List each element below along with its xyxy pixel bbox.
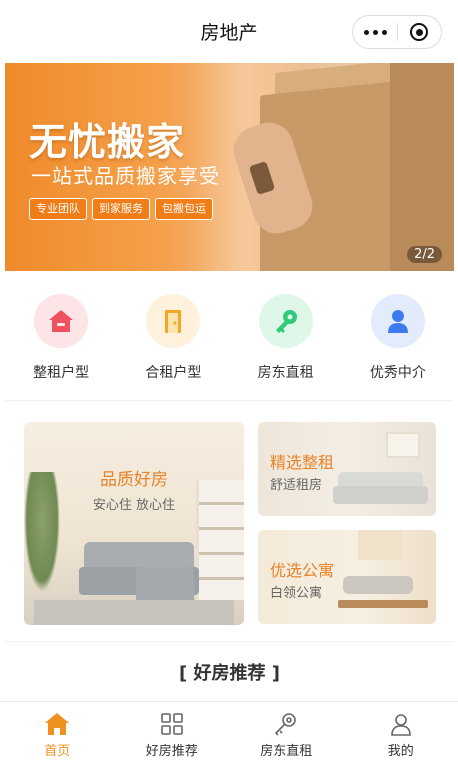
tab-label: 房东直租	[260, 744, 313, 759]
category-top-agents[interactable]: 优秀中介	[353, 294, 443, 400]
banner-tag: 包搬包运	[155, 198, 213, 220]
key-icon	[258, 294, 313, 348]
category-label: 合租户型	[145, 365, 202, 381]
banner-headline: 无忧搬家	[29, 120, 186, 164]
more-dot-icon	[372, 29, 378, 35]
more-dot-icon	[363, 29, 369, 35]
frame-image	[386, 432, 420, 458]
tab-label: 首页	[44, 744, 71, 759]
page-title: 房地产	[200, 22, 258, 44]
category-shared-rent[interactable]: 合租户型	[128, 294, 218, 400]
user-icon	[388, 711, 414, 737]
category-label: 优秀中介	[369, 365, 426, 381]
close-mini-program-button[interactable]	[398, 16, 441, 48]
promo-card-apartments[interactable]: 优选公寓 白领公寓	[258, 530, 436, 624]
tab-landlord-direct[interactable]: 房东直租	[229, 702, 344, 765]
category-grid: 整租户型 合租户型 房东直租 优秀中介	[5, 271, 454, 401]
banner-tags: 专业团队 到家服务 包搬包运	[29, 198, 213, 220]
bottom-tab-bar: 首页 好房推荐 房东直租 我的	[0, 701, 458, 765]
tab-mine[interactable]: 我的	[344, 702, 458, 765]
tab-label: 好房推荐	[145, 744, 198, 759]
grid-icon	[159, 711, 185, 737]
promo-card-title: 品质好房	[100, 470, 168, 490]
more-dot-icon	[381, 29, 387, 35]
house-icon	[34, 294, 89, 348]
app-page: 房地产 无忧搬家 一站式品质搬家享受 专业团队 到家服务 包搬包运 2/2 整租…	[0, 0, 458, 765]
banner-tag: 专业团队	[29, 198, 87, 220]
tab-recommend[interactable]: 好房推荐	[115, 702, 230, 765]
category-landlord-direct[interactable]: 房东直租	[241, 294, 331, 400]
promo-card-subtitle: 舒适租房	[270, 478, 323, 493]
promo-card-subtitle: 安心住 放心住	[92, 498, 176, 513]
coffee-table-image	[338, 600, 428, 608]
more-menu-button[interactable]	[353, 16, 397, 48]
promo-card-quality-homes[interactable]: 品质好房 安心住 放心住	[24, 422, 244, 625]
category-label: 整租户型	[33, 365, 90, 381]
promo-card-title: 精选整租	[270, 453, 335, 472]
promo-card-title: 优选公寓	[270, 561, 335, 580]
home-icon	[44, 711, 70, 737]
sofa-image	[343, 576, 413, 594]
tab-home[interactable]: 首页	[0, 702, 115, 765]
category-label: 房东直租	[257, 365, 314, 381]
tab-label: 我的	[387, 744, 414, 759]
recommend-title: [ 好房推荐 ]	[179, 663, 280, 684]
promo-card-selected-rent[interactable]: 精选整租 舒适租房	[258, 422, 436, 516]
category-whole-rent[interactable]: 整租户型	[16, 294, 106, 400]
target-icon	[410, 23, 429, 41]
mini-program-capsule	[352, 15, 442, 49]
rug-image	[34, 600, 234, 625]
promo-banner[interactable]: 无忧搬家 一站式品质搬家享受 专业团队 到家服务 包搬包运 2/2	[5, 63, 454, 271]
person-icon	[370, 294, 425, 348]
nav-header: 房地产	[0, 0, 458, 63]
banner-subline: 一站式品质搬家享受	[31, 164, 220, 188]
banner-tag: 到家服务	[92, 198, 150, 220]
plant-image	[24, 472, 60, 592]
recommend-section-header: [ 好房推荐 ]	[5, 643, 454, 701]
banner-page-indicator: 2/2	[407, 246, 442, 263]
key-outline-icon	[273, 711, 299, 737]
promo-section: 品质好房 安心住 放心住 精选整租 舒适租房 优选公寓 白领公寓	[5, 402, 454, 642]
door-icon	[146, 294, 201, 348]
wall-art-image	[358, 530, 402, 560]
promo-card-subtitle: 白领公寓	[270, 586, 323, 601]
